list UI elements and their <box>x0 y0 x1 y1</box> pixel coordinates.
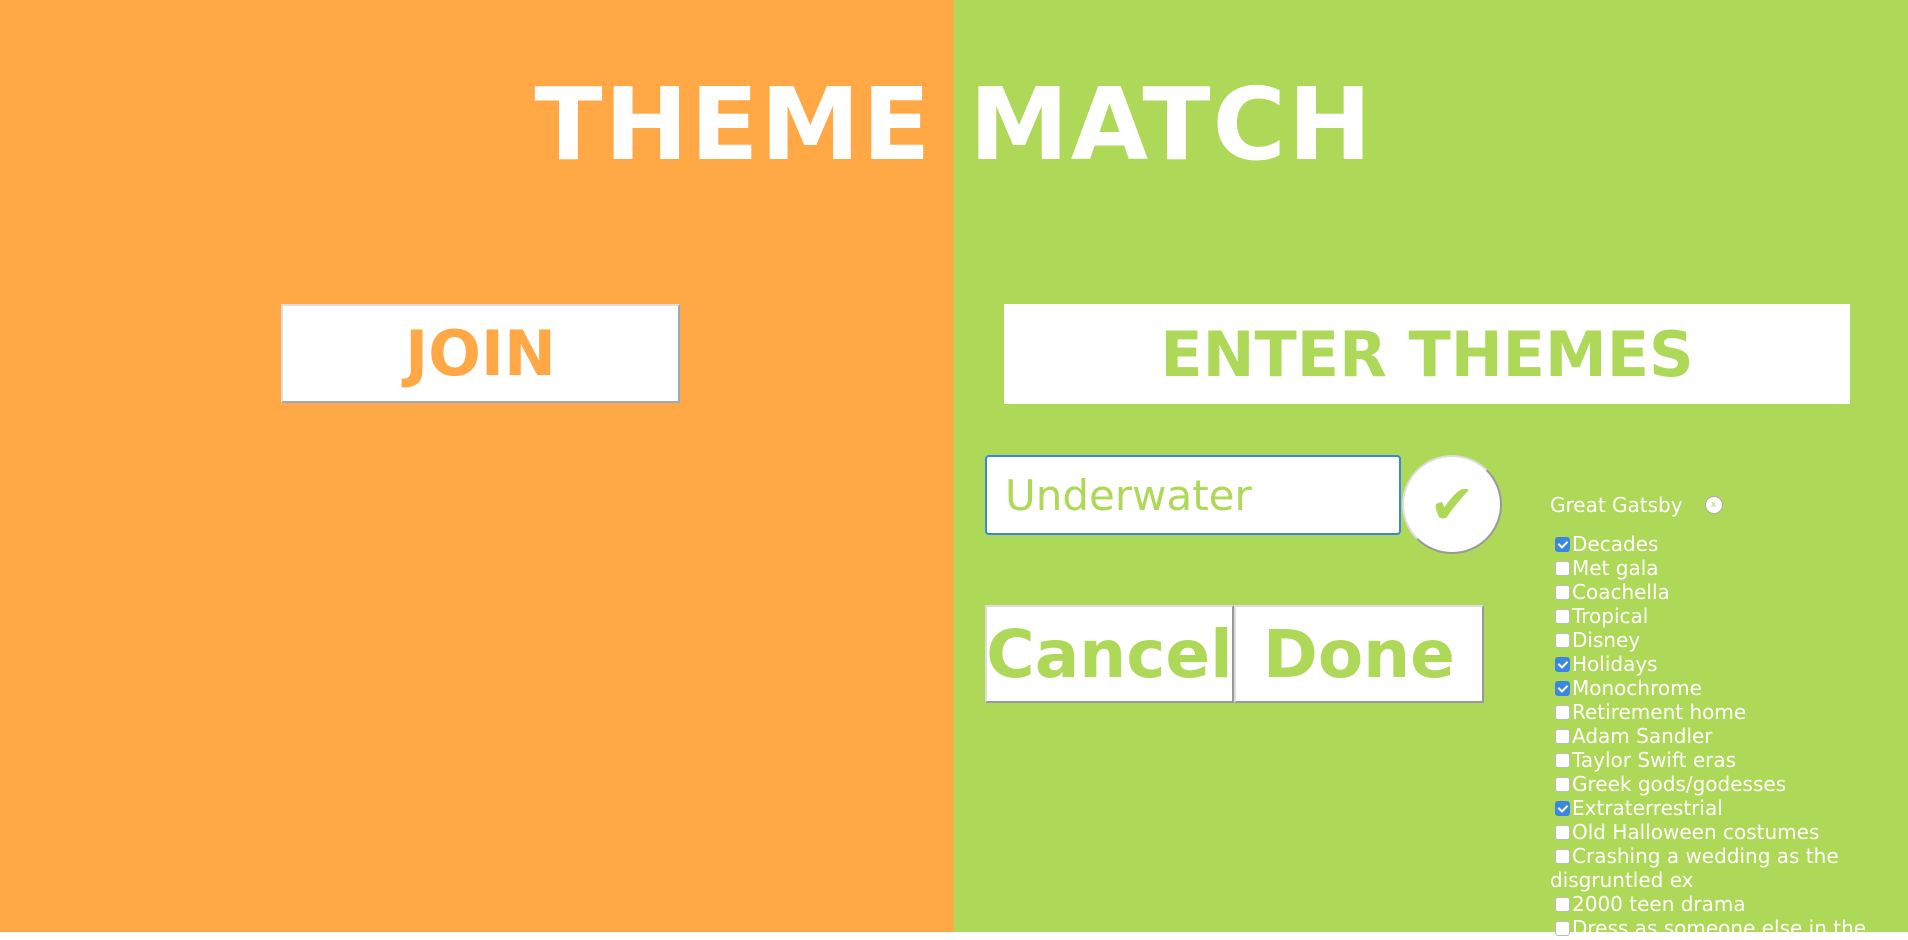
theme-option[interactable]: Disney <box>1550 628 1880 652</box>
theme-option[interactable]: Decades <box>1550 532 1880 556</box>
theme-input[interactable] <box>985 455 1401 535</box>
theme-checkbox[interactable] <box>1555 777 1570 792</box>
theme-option-label: Holidays <box>1572 652 1658 676</box>
theme-list: Great Gatsby x Decades Met gala Coachella T… <box>1550 493 1880 940</box>
theme-checkbox[interactable] <box>1555 921 1570 936</box>
theme-option[interactable]: Tropical <box>1550 604 1880 628</box>
theme-option-label: Monochrome <box>1572 676 1702 700</box>
theme-option-label: 2000 teen drama <box>1572 892 1746 916</box>
theme-checkbox[interactable] <box>1555 681 1570 696</box>
theme-option[interactable]: Old Halloween costumes <box>1550 820 1880 844</box>
theme-checkbox[interactable] <box>1555 825 1570 840</box>
cancel-button[interactable]: Cancel <box>985 605 1234 703</box>
theme-option-label: Dress as someone else in the <box>1572 916 1867 940</box>
theme-checkbox[interactable] <box>1555 537 1570 552</box>
add-theme-button[interactable]: ✔ <box>1402 455 1502 554</box>
theme-option[interactable]: Holidays <box>1550 652 1880 676</box>
theme-checkbox[interactable] <box>1555 561 1570 576</box>
theme-option[interactable]: 2000 teen drama <box>1550 892 1880 916</box>
theme-option[interactable]: Crashing a wedding as the disgruntled ex <box>1550 844 1880 892</box>
remove-theme-button[interactable]: x <box>1704 496 1723 514</box>
theme-option[interactable]: Monochrome <box>1550 676 1880 700</box>
close-icon: x <box>1710 500 1717 510</box>
theme-checkbox[interactable] <box>1555 633 1570 648</box>
theme-checkbox[interactable] <box>1555 849 1570 864</box>
theme-option-label: Tropical <box>1572 604 1649 628</box>
theme-checkbox[interactable] <box>1555 897 1570 912</box>
theme-option-label: Met gala <box>1572 556 1659 580</box>
theme-option-label: Greek gods/godesses <box>1572 772 1787 796</box>
theme-checkbox[interactable] <box>1555 729 1570 744</box>
theme-option-label: Adam Sandler <box>1572 724 1713 748</box>
theme-checkbox[interactable] <box>1555 609 1570 624</box>
entered-theme-label: Great Gatsby <box>1550 493 1683 517</box>
entered-theme: Great Gatsby x <box>1550 493 1880 517</box>
theme-option-label: Crashing a wedding as the disgruntled ex <box>1550 844 1839 892</box>
theme-option[interactable]: Retirement home <box>1550 700 1880 724</box>
theme-checkbox[interactable] <box>1555 753 1570 768</box>
done-button[interactable]: Done <box>1234 605 1484 703</box>
enter-themes-button[interactable]: ENTER THEMES <box>1004 304 1850 404</box>
theme-checkbox[interactable] <box>1555 657 1570 672</box>
theme-option[interactable]: Met gala <box>1550 556 1880 580</box>
theme-option[interactable]: Coachella <box>1550 580 1880 604</box>
theme-option-label: Disney <box>1572 628 1641 652</box>
theme-option[interactable]: Adam Sandler <box>1550 724 1880 748</box>
theme-option[interactable]: Greek gods/godesses <box>1550 772 1880 796</box>
theme-option-label: Taylor Swift eras <box>1572 748 1737 772</box>
theme-option[interactable]: Taylor Swift eras <box>1550 748 1880 772</box>
page-title: THEME MATCH <box>534 66 1374 183</box>
theme-option[interactable]: Extraterrestrial <box>1550 796 1880 820</box>
theme-option-label: Decades <box>1572 532 1659 556</box>
join-button[interactable]: JOIN <box>281 304 680 403</box>
theme-option-label: Extraterrestrial <box>1572 796 1723 820</box>
theme-checkbox[interactable] <box>1555 585 1570 600</box>
theme-checkbox[interactable] <box>1555 705 1570 720</box>
theme-option-label: Retirement home <box>1572 700 1747 724</box>
checkmark-icon: ✔ <box>1429 473 1475 536</box>
theme-option-label: Coachella <box>1572 580 1670 604</box>
theme-checkbox[interactable] <box>1555 801 1570 816</box>
theme-option-label: Old Halloween costumes <box>1572 820 1820 844</box>
theme-option[interactable]: Dress as someone else in the <box>1550 916 1880 940</box>
